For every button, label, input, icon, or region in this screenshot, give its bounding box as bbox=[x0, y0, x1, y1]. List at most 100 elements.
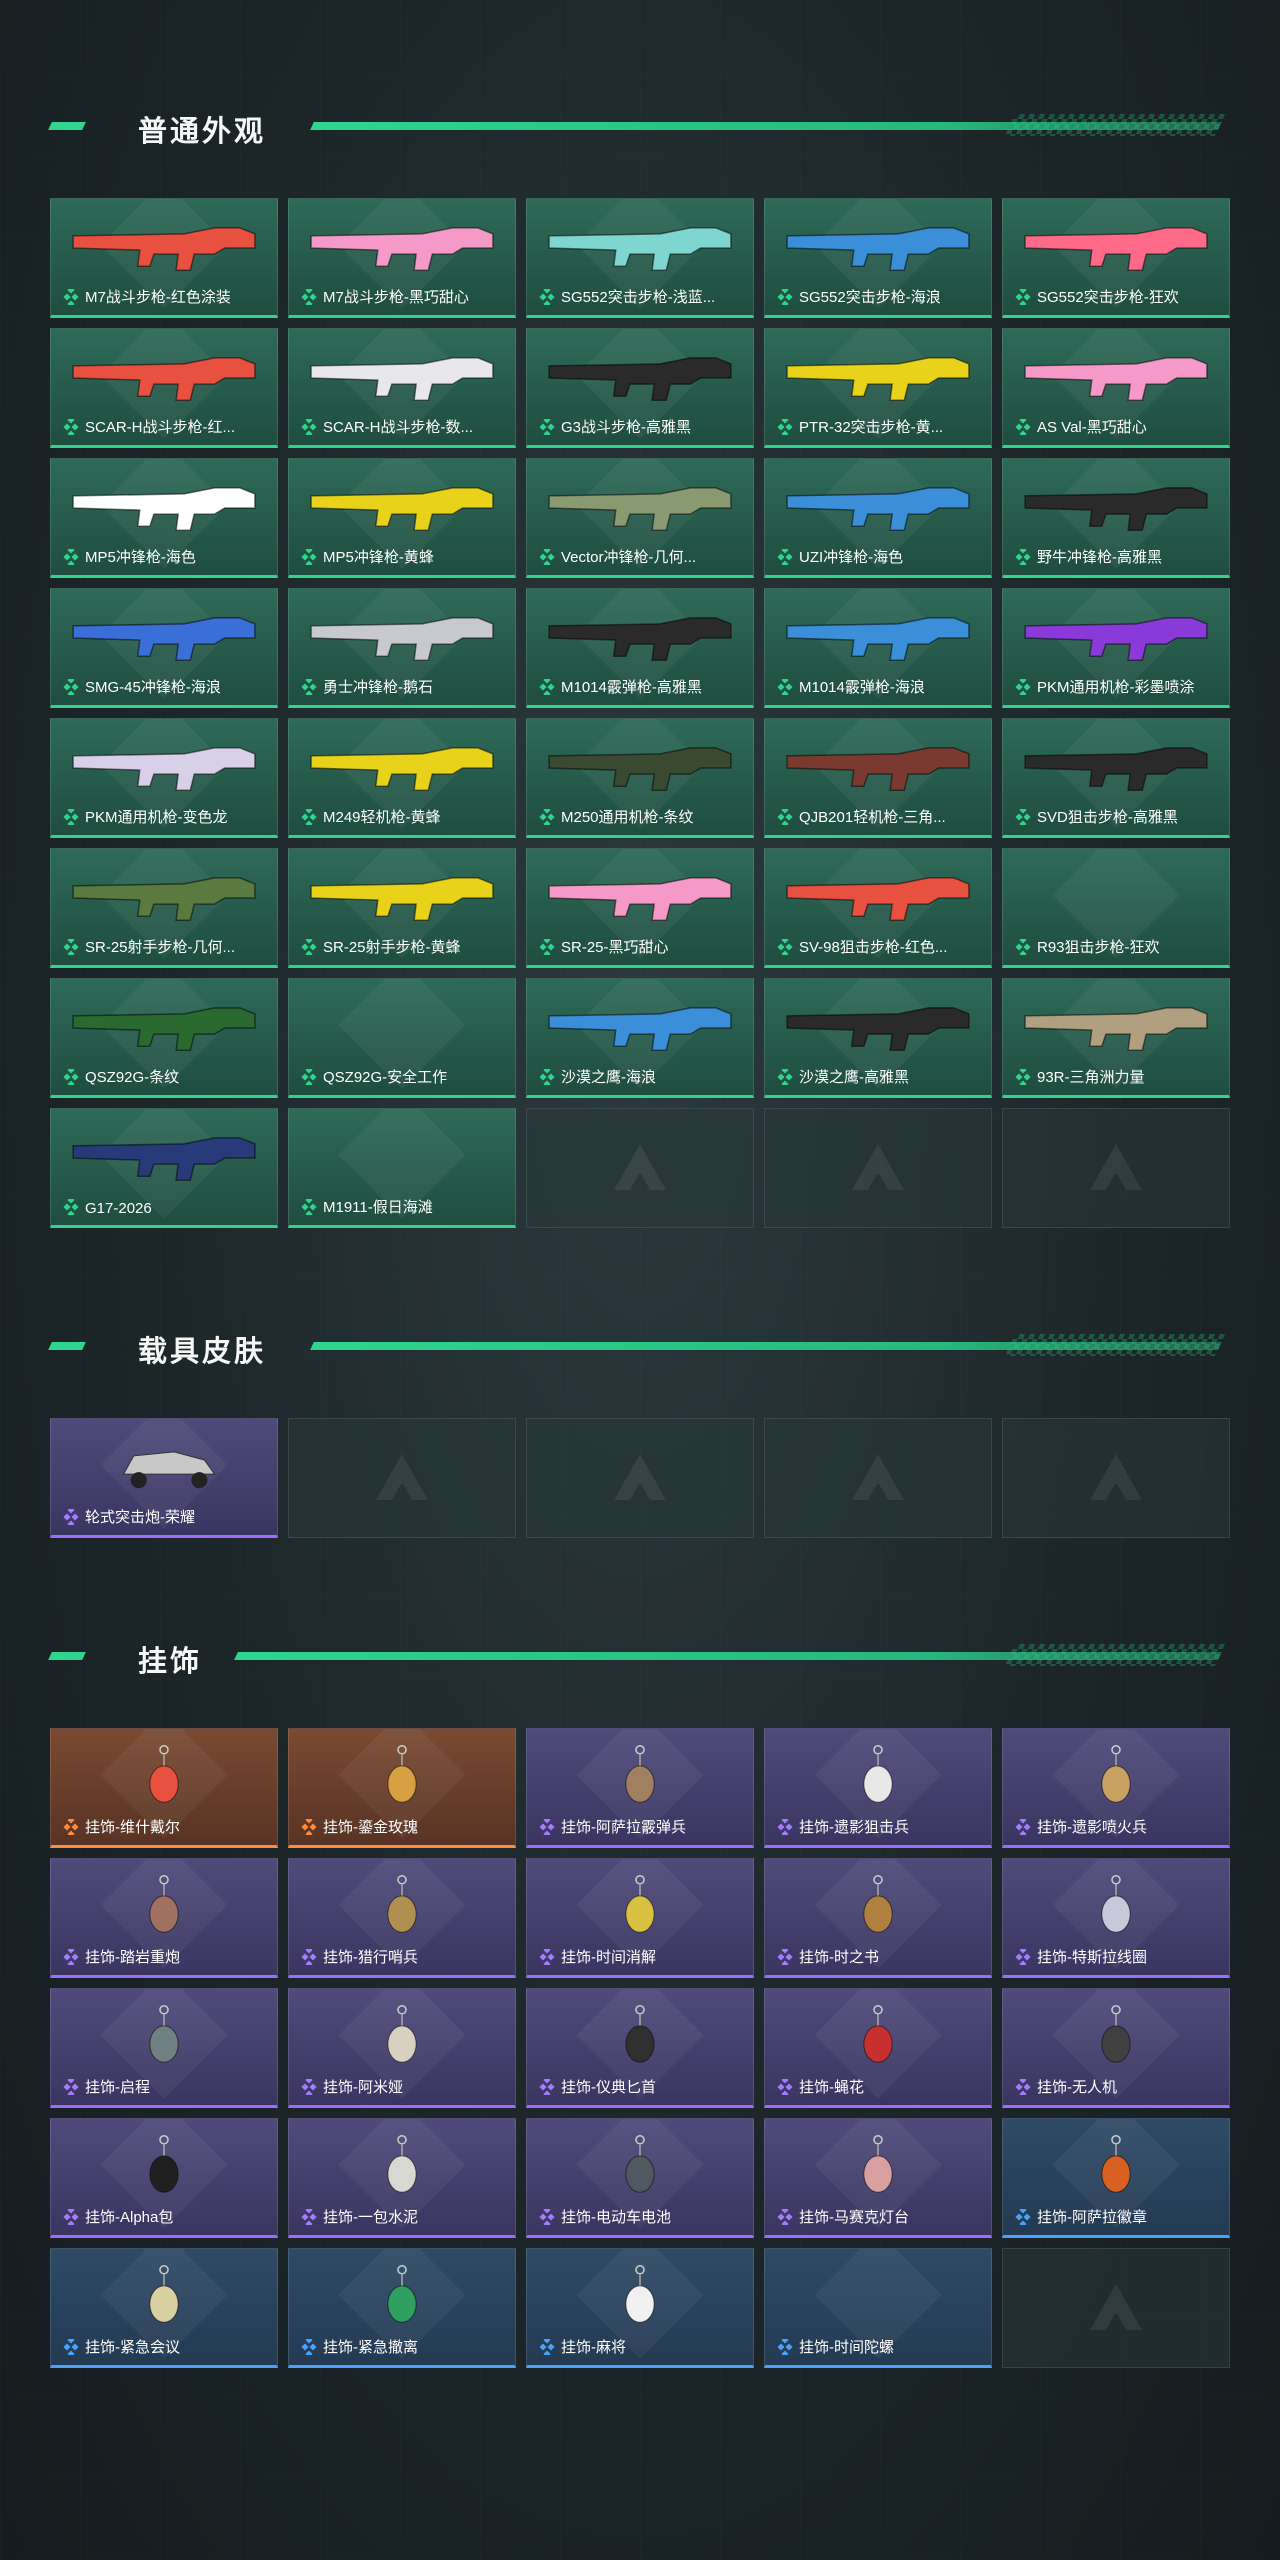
weapon-card[interactable]: M7战斗步枪-黑巧甜心 bbox=[288, 198, 516, 318]
card-label: M1014霰弹枪-海浪 bbox=[799, 679, 925, 696]
charm-card[interactable]: 挂饰-紧急撤离 bbox=[288, 2248, 516, 2368]
weapon-card[interactable]: QSZ92G-条纹 bbox=[50, 978, 278, 1098]
weapon-card[interactable]: M249轻机枪-黄蜂 bbox=[288, 718, 516, 838]
weapon-card[interactable]: MP5冲锋枪-海色 bbox=[50, 458, 278, 578]
weapon-card[interactable]: 勇士冲锋枪-鹅石 bbox=[288, 588, 516, 708]
charm-card[interactable]: 挂饰-仪典匕首 bbox=[526, 1988, 754, 2108]
rarity-diamond-icon bbox=[301, 289, 317, 305]
charm-card[interactable]: 挂饰-Alpha包 bbox=[50, 2118, 278, 2238]
weapon-card[interactable]: SG552突击步枪-狂欢 bbox=[1002, 198, 1230, 318]
charm-card[interactable]: 挂饰-一包水泥 bbox=[288, 2118, 516, 2238]
card-thumbnail bbox=[301, 2263, 503, 2325]
weapon-card[interactable]: SMG-45冲锋枪-海浪 bbox=[50, 588, 278, 708]
weapon-image bbox=[548, 357, 732, 402]
card-label: SMG-45冲锋枪-海浪 bbox=[85, 679, 221, 696]
rarity-diamond-icon bbox=[301, 419, 317, 435]
weapon-card[interactable]: 野牛冲锋枪-高雅黑 bbox=[1002, 458, 1230, 578]
weapon-image bbox=[548, 227, 732, 272]
weapon-image bbox=[72, 1007, 256, 1052]
weapon-card[interactable]: G3战斗步枪-高雅黑 bbox=[526, 328, 754, 448]
weapon-card[interactable]: M1014霰弹枪-海浪 bbox=[764, 588, 992, 708]
charm-card[interactable]: 挂饰-维什戴尔 bbox=[50, 1728, 278, 1848]
charm-image bbox=[625, 2004, 655, 2063]
weapon-card[interactable]: SR-25射手步枪-黄蜂 bbox=[288, 848, 516, 968]
weapon-card[interactable]: R93狙击步枪-狂欢 bbox=[1002, 848, 1230, 968]
delta-logo-icon bbox=[852, 1144, 904, 1190]
weapon-card[interactable]: UZI冲锋枪-海色 bbox=[764, 458, 992, 578]
weapon-card[interactable]: M1014霰弹枪-高雅黑 bbox=[526, 588, 754, 708]
weapon-card[interactable]: AS Val-黑巧甜心 bbox=[1002, 328, 1230, 448]
rarity-diamond-icon bbox=[777, 289, 793, 305]
rarity-diamond-icon bbox=[301, 1199, 317, 1215]
charm-card[interactable]: 挂饰-遗影喷火兵 bbox=[1002, 1728, 1230, 1848]
card-thumbnail bbox=[777, 863, 979, 925]
weapon-card[interactable]: PKM通用机枪-彩墨喷涂 bbox=[1002, 588, 1230, 708]
charm-card[interactable]: 挂饰-时间消解 bbox=[526, 1858, 754, 1978]
charm-card[interactable]: 挂饰-马赛克灯台 bbox=[764, 2118, 992, 2238]
charm-image bbox=[863, 2004, 893, 2063]
weapon-card[interactable]: PTR-32突击步枪-黄... bbox=[764, 328, 992, 448]
charms-section: 挂饰 挂饰-维什戴尔 挂饰-鎏金玫瑰 挂饰-阿萨拉霰弹兵 挂饰-遗影狙击兵 挂饰-遗影喷… bbox=[0, 1630, 1280, 2368]
weapon-card[interactable]: 沙漠之鹰-海浪 bbox=[526, 978, 754, 1098]
weapon-card[interactable]: SR-25-黑巧甜心 bbox=[526, 848, 754, 968]
charm-card[interactable]: 挂饰-电动车电池 bbox=[526, 2118, 754, 2238]
weapon-card[interactable]: SCAR-H战斗步枪-红... bbox=[50, 328, 278, 448]
weapon-card[interactable]: SR-25射手步枪-几何... bbox=[50, 848, 278, 968]
weapon-card[interactable]: M250通用机枪-条纹 bbox=[526, 718, 754, 838]
rarity-diamond-icon bbox=[63, 549, 79, 565]
charm-card[interactable]: 挂饰-鎏金玫瑰 bbox=[288, 1728, 516, 1848]
weapon-card[interactable]: 沙漠之鹰-高雅黑 bbox=[764, 978, 992, 1098]
weapon-card[interactable]: G17-2026 bbox=[50, 1108, 278, 1228]
card-label: 挂饰-阿米娅 bbox=[323, 2079, 403, 2096]
charm-card[interactable]: 挂饰-启程 bbox=[50, 1988, 278, 2108]
weapon-card[interactable]: 93R-三角洲力量 bbox=[1002, 978, 1230, 1098]
charm-card[interactable]: 挂饰-蝇花 bbox=[764, 1988, 992, 2108]
charm-card[interactable]: 挂饰-麻将 bbox=[526, 2248, 754, 2368]
charm-card[interactable]: 挂饰-踏岩重炮 bbox=[50, 1858, 278, 1978]
rarity-diamond-icon bbox=[1015, 549, 1031, 565]
charm-card[interactable]: 挂饰-猎行哨兵 bbox=[288, 1858, 516, 1978]
charm-card[interactable]: 挂饰-遗影狙击兵 bbox=[764, 1728, 992, 1848]
card-label: 挂饰-一包水泥 bbox=[323, 2209, 418, 2226]
rarity-diamond-icon bbox=[1015, 1819, 1031, 1835]
charm-card[interactable]: 挂饰-阿萨拉霰弹兵 bbox=[526, 1728, 754, 1848]
weapon-card[interactable]: QSZ92G-安全工作 bbox=[288, 978, 516, 1098]
weapon-image bbox=[1024, 357, 1208, 402]
weapon-card[interactable]: SVD狙击步枪-高雅黑 bbox=[1002, 718, 1230, 838]
charm-card[interactable]: 挂饰-阿米娅 bbox=[288, 1988, 516, 2108]
weapon-card[interactable]: QJB201轻机枪-三角... bbox=[764, 718, 992, 838]
rarity-diamond-icon bbox=[539, 939, 555, 955]
weapon-card[interactable]: Vector冲锋枪-几何... bbox=[526, 458, 754, 578]
card-thumbnail bbox=[777, 1743, 979, 1805]
rarity-diamond-icon bbox=[539, 679, 555, 695]
weapon-card[interactable]: SG552突击步枪-海浪 bbox=[764, 198, 992, 318]
rarity-diamond-icon bbox=[777, 1949, 793, 1965]
charm-image bbox=[1101, 2134, 1131, 2193]
rarity-diamond-icon bbox=[539, 1949, 555, 1965]
weapon-card[interactable]: PKM通用机枪-变色龙 bbox=[50, 718, 278, 838]
card-thumbnail bbox=[777, 213, 979, 275]
charm-card[interactable]: 挂饰-阿萨拉徽章 bbox=[1002, 2118, 1230, 2238]
charm-card[interactable]: 挂饰-时间陀螺 bbox=[764, 2248, 992, 2368]
charm-card[interactable]: 挂饰-紧急会议 bbox=[50, 2248, 278, 2368]
vehicle-card[interactable]: 轮式突击炮-荣耀 bbox=[50, 1418, 278, 1538]
card-thumbnail bbox=[777, 2133, 979, 2195]
rarity-diamond-icon bbox=[301, 809, 317, 825]
weapon-card[interactable]: M1911-假日海滩 bbox=[288, 1108, 516, 1228]
weapon-card[interactable]: SG552突击步枪-浅蓝... bbox=[526, 198, 754, 318]
weapon-card[interactable]: SCAR-H战斗步枪-数... bbox=[288, 328, 516, 448]
rarity-diamond-icon bbox=[539, 1069, 555, 1085]
charm-image bbox=[863, 1744, 893, 1803]
charm-card[interactable]: 挂饰-无人机 bbox=[1002, 1988, 1230, 2108]
delta-logo-icon bbox=[1090, 1454, 1142, 1500]
charm-image bbox=[625, 2264, 655, 2323]
card-label: AS Val-黑巧甜心 bbox=[1037, 419, 1147, 436]
weapon-card[interactable]: SV-98狙击步枪-红色... bbox=[764, 848, 992, 968]
charm-card[interactable]: 挂饰-时之书 bbox=[764, 1858, 992, 1978]
charm-card[interactable]: 挂饰-特斯拉线圈 bbox=[1002, 1858, 1230, 1978]
weapon-image bbox=[548, 487, 732, 532]
weapon-card[interactable]: M7战斗步枪-红色涂装 bbox=[50, 198, 278, 318]
weapon-card[interactable]: MP5冲锋枪-黄蜂 bbox=[288, 458, 516, 578]
rarity-diamond-icon bbox=[1015, 289, 1031, 305]
rarity-diamond-icon bbox=[63, 2209, 79, 2225]
